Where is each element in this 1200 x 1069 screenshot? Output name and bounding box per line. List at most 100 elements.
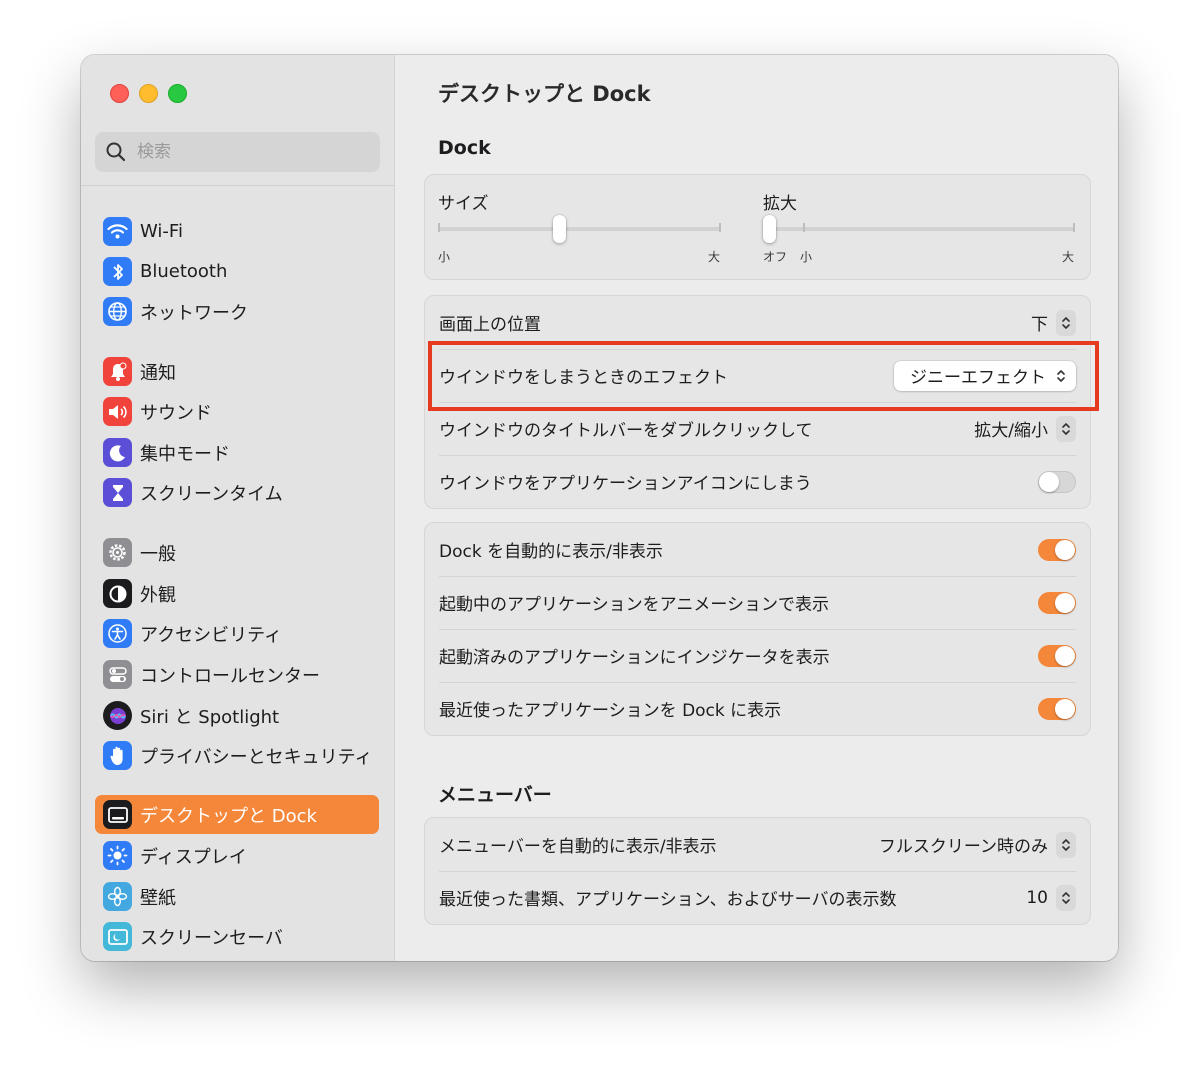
magnify-slider-track[interactable]	[763, 227, 1075, 231]
magnify-slider-thumb[interactable]	[763, 215, 776, 243]
sidebar-item-label: Siri と Spotlight	[140, 706, 280, 728]
screen-position-value: 下	[1031, 315, 1048, 335]
show-indicators-toggle[interactable]	[1038, 644, 1076, 667]
screensaver-icon	[103, 922, 132, 951]
autohide-menubar-value: フルスクリーン時のみ	[878, 837, 1048, 857]
double-click-popup[interactable]: 拡大/縮小	[974, 415, 1076, 442]
magnify-tick-max	[1073, 223, 1075, 232]
magnifier-icon	[106, 142, 126, 162]
row-screen-position: 画面上の位置 下	[439, 296, 1076, 349]
search-input[interactable]	[135, 141, 359, 163]
settings-window: Wi-Fi Bluetooth ネットワーク 通知	[81, 55, 1118, 961]
minimize-button[interactable]	[139, 84, 158, 103]
magnify-label: 拡大	[763, 194, 797, 214]
row-recent-items: 最近使った書類、アプリケーション、およびサーバの表示数 10	[439, 871, 1076, 924]
sidebar-item-displays[interactable]: ディスプレイ	[95, 836, 379, 875]
autohide-menubar-popup[interactable]: フルスクリーン時のみ	[878, 831, 1076, 858]
sidebar-item-screen-saver[interactable]: スクリーンセーバ	[95, 917, 379, 956]
sidebar-item-wifi[interactable]: Wi-Fi	[95, 212, 379, 251]
magnify-min-label: 小	[800, 250, 813, 264]
sidebar-item-privacy[interactable]: プライバシーとセキュリティ	[95, 736, 379, 775]
row-animate-opening: 起動中のアプリケーションをアニメーションで表示	[439, 576, 1076, 629]
recent-items-value: 10	[1026, 887, 1048, 908]
close-button[interactable]	[110, 84, 129, 103]
sidebar-item-label: ネットワーク	[140, 302, 248, 324]
sidebar-item-label: プライバシーとセキュリティ	[140, 746, 373, 768]
sidebar-item-network[interactable]: ネットワーク	[95, 292, 379, 331]
sidebar-item-label: デスクトップと Dock	[140, 805, 317, 827]
screen-position-label: 画面上の位置	[439, 315, 541, 335]
chevron-updown-icon	[1056, 884, 1076, 911]
siri-icon	[103, 701, 132, 730]
sidebar-item-label: ディスプレイ	[140, 846, 247, 868]
row-autohide-dock: Dock を自動的に表示/非表示	[439, 523, 1076, 576]
sidebar-item-label: コントロールセンター	[140, 665, 320, 687]
size-slider-track[interactable]	[438, 227, 720, 231]
sidebar-divider	[81, 185, 394, 186]
minimize-effect-popup[interactable]: ジニーエフェクト	[894, 360, 1076, 391]
recent-items-label: 最近使った書類、アプリケーション、およびサーバの表示数	[439, 890, 897, 910]
sidebar-item-general[interactable]: 一般	[95, 533, 379, 572]
speaker-icon	[103, 397, 132, 426]
autohide-dock-label: Dock を自動的に表示/非表示	[439, 542, 663, 562]
screen-position-popup[interactable]: 下	[1031, 309, 1076, 336]
sidebar-item-desktop-dock[interactable]: デスクトップと Dock	[95, 795, 379, 834]
animate-opening-toggle[interactable]	[1038, 591, 1076, 614]
globe-icon	[103, 297, 132, 326]
minimize-effect-label: ウインドウをしまうときのエフェクト	[439, 368, 728, 388]
bell-icon	[103, 357, 132, 386]
search-field[interactable]	[95, 132, 380, 172]
sidebar-item-label: 一般	[140, 543, 176, 565]
zoom-button[interactable]	[168, 84, 187, 103]
page-title: デスクトップと Dock	[438, 82, 651, 106]
size-slider-thumb[interactable]	[552, 215, 566, 243]
dock-icon	[103, 800, 132, 829]
toggle-knob	[1055, 698, 1075, 719]
row-show-recent-apps: 最近使ったアプリケーションを Dock に表示	[439, 682, 1076, 735]
toggle-knob	[1039, 471, 1059, 492]
accessibility-icon	[103, 619, 132, 648]
sidebar-item-focus[interactable]: 集中モード	[95, 433, 379, 472]
show-recent-apps-toggle[interactable]	[1038, 697, 1076, 720]
sidebar-item-notifications[interactable]: 通知	[95, 352, 379, 391]
size-label: サイズ	[438, 194, 489, 214]
sidebar-item-label: 通知	[140, 362, 176, 384]
moon-icon	[103, 438, 132, 467]
autohide-menubar-label: メニューバーを自動的に表示/非表示	[439, 837, 717, 857]
row-minimize-to-icon: ウインドウをアプリケーションアイコンにしまう	[439, 455, 1076, 508]
sidebar-item-screen-time[interactable]: スクリーンタイム	[95, 473, 379, 512]
chevron-updown-icon	[1057, 369, 1065, 382]
sidebar-item-bluetooth[interactable]: Bluetooth	[95, 252, 379, 291]
sun-icon	[103, 841, 132, 870]
show-indicators-label: 起動済みのアプリケーションにインジケータを表示	[439, 648, 830, 668]
recent-items-popup[interactable]: 10	[1026, 884, 1076, 911]
flower-icon	[103, 882, 132, 911]
toggle-knob	[1055, 592, 1075, 613]
double-click-label: ウインドウのタイトルバーをダブルクリックして	[439, 421, 813, 441]
sidebar-item-label: サウンド	[140, 402, 212, 424]
sidebar-item-label: アクセシビリティ	[140, 624, 283, 646]
sidebar-item-control-center[interactable]: コントロールセンター	[95, 655, 379, 694]
toggle-knob	[1055, 539, 1075, 560]
row-double-click-title: ウインドウのタイトルバーをダブルクリックして 拡大/縮小	[439, 402, 1076, 455]
gear-icon	[103, 538, 132, 567]
magnify-tick-min	[803, 223, 805, 232]
minimize-to-icon-toggle[interactable]	[1038, 470, 1076, 493]
bluetooth-icon	[103, 257, 132, 286]
sidebar-item-label: 壁紙	[140, 887, 176, 909]
size-tick-max	[719, 223, 721, 232]
autohide-dock-toggle[interactable]	[1038, 538, 1076, 561]
sidebar-item-wallpaper[interactable]: 壁紙	[95, 877, 379, 916]
sidebar-item-siri-spotlight[interactable]: Siri と Spotlight	[95, 696, 379, 735]
sidebar-item-sound[interactable]: サウンド	[95, 392, 379, 431]
double-click-value: 拡大/縮小	[974, 421, 1048, 441]
dock-options-card: Dock を自動的に表示/非表示 起動中のアプリケーションをアニメーションで表示…	[424, 522, 1091, 736]
sidebar-item-label: スクリーンセーバ	[140, 927, 283, 949]
section-title-menubar: メニューバー	[438, 784, 552, 806]
window-behavior-card: 画面上の位置 下 ウインドウをしまうときのエフェクト ジニーエフェクト ウインド	[424, 295, 1091, 509]
appearance-icon	[103, 579, 132, 608]
sidebar-item-accessibility[interactable]: アクセシビリティ	[95, 614, 379, 653]
minimize-to-icon-label: ウインドウをアプリケーションアイコンにしまう	[439, 474, 812, 494]
sidebar-item-appearance[interactable]: 外観	[95, 574, 379, 613]
minimize-effect-value: ジニーエフェクト	[910, 368, 1046, 388]
